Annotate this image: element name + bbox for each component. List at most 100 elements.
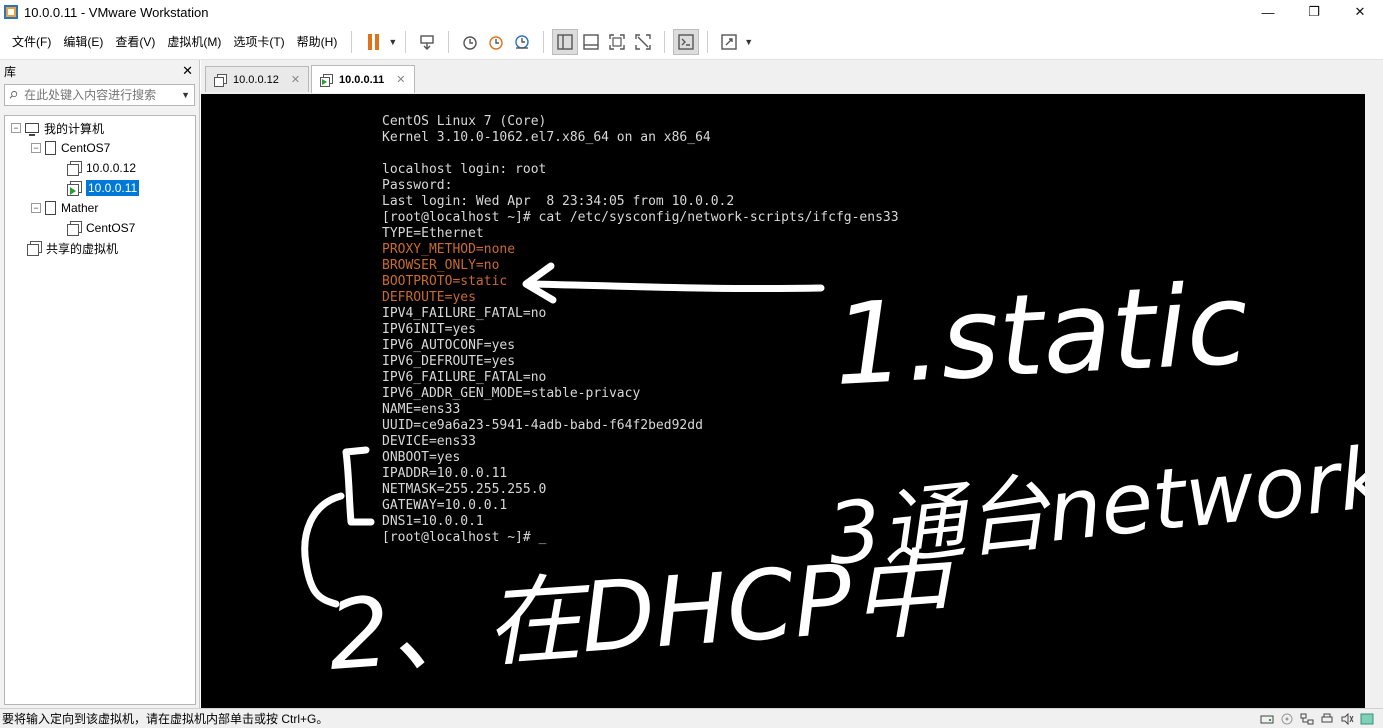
toolbar-separator (543, 30, 545, 53)
library-view-icon (557, 33, 573, 50)
thumbnail-bar-button[interactable] (578, 29, 604, 55)
shared-vm-icon (27, 241, 42, 256)
tree-item-label: 共享的虚拟机 (46, 241, 119, 256)
terminal-output: CentOS Linux 7 (Core) Kernel 3.10.0-1062.… (382, 114, 899, 546)
unity-button[interactable] (630, 29, 656, 55)
terminal-line: DNS1=10.0.0.1 (382, 514, 484, 529)
tree-item-vm-10-0-0-11[interactable]: 10.0.0.11 (5, 178, 195, 198)
terminal-line: IPV6_FAILURE_FATAL=no (382, 370, 547, 385)
close-window-button[interactable]: ✕ (1337, 0, 1383, 24)
send-keys-icon (420, 34, 434, 50)
minimize-button[interactable]: — (1245, 0, 1291, 24)
chevron-down-icon[interactable]: ▼ (181, 90, 190, 100)
menu-file[interactable]: 文件(F) (6, 31, 57, 53)
terminal-line: BROWSER_ONLY=no (382, 258, 500, 273)
chevron-down-icon[interactable]: ▼ (388, 37, 397, 47)
tab-bar: 10.0.0.12 ✕ 10.0.0.11 ✕ (201, 60, 1383, 94)
tree-item-label: 10.0.0.11 (86, 180, 140, 196)
title-bar: 10.0.0.11 - VMware Workstation — ❐ ✕ (0, 0, 1383, 24)
sound-card-icon[interactable] (1339, 712, 1355, 726)
vm-icon (67, 161, 82, 176)
full-screen-button[interactable] (604, 29, 630, 55)
folder-icon (45, 141, 56, 155)
terminal-line: [root@localhost ~]# _ (382, 530, 547, 545)
terminal-line: localhost login: root (382, 162, 547, 177)
cd-dvd-icon[interactable] (1279, 712, 1295, 726)
vm-console[interactable]: CentOS Linux 7 (Core) Kernel 3.10.0-1062.… (201, 94, 1365, 708)
show-library-button[interactable] (552, 28, 579, 55)
snapshot-manager-button[interactable] (509, 29, 535, 55)
menu-edit[interactable]: 编辑(E) (57, 31, 109, 53)
stretch-guest-button[interactable] (716, 29, 742, 55)
menu-tabs[interactable]: 选项卡(T) (227, 31, 290, 53)
close-library-button[interactable]: ✕ (182, 63, 193, 79)
close-tab-button[interactable]: ✕ (291, 73, 300, 86)
terminal-line: [root@localhost ~]# cat /etc/sysconfig/n… (382, 210, 899, 225)
terminal-line: NAME=ens33 (382, 402, 461, 417)
collapse-icon[interactable]: − (11, 123, 21, 133)
close-tab-button[interactable]: ✕ (396, 73, 405, 86)
computer-icon (25, 123, 39, 136)
printer-icon[interactable] (1319, 712, 1335, 726)
library-tree: − 我的计算机 − CentOS7 10.0.0.12 10.0.0.11 − … (4, 115, 196, 705)
toolbar-separator (707, 30, 709, 53)
tree-item-vm-centos7[interactable]: CentOS7 (5, 218, 195, 238)
tree-item-vm-10-0-0-12[interactable]: 10.0.0.12 (5, 158, 195, 178)
menu-vm[interactable]: 虚拟机(M) (161, 31, 227, 53)
tree-item-centos7-folder[interactable]: − CentOS7 (5, 138, 195, 158)
tab-vm-10-0-0-12[interactable]: 10.0.0.12 ✕ (205, 66, 310, 92)
library-search: ▼ (4, 84, 195, 106)
annotation-text-2: 2、在DHCP中 (325, 536, 958, 691)
toolbar-separator (351, 30, 353, 53)
terminal-line: Last login: Wed Apr 8 23:34:05 from 10.0… (382, 194, 735, 209)
tree-item-shared-vms[interactable]: 共享的虚拟机 (5, 238, 195, 258)
vm-running-icon (320, 73, 333, 87)
vm-icon (214, 73, 227, 87)
normal-view-icon (583, 33, 599, 50)
annotation-bracket (342, 446, 375, 526)
status-bar: 要将输入定向到该虚拟机，请在虚拟机内部单击或按 Ctrl+G。 (0, 708, 1383, 728)
terminal-line: IPV6_AUTOCONF=yes (382, 338, 516, 353)
stretch-icon (721, 33, 737, 50)
tree-item-mather-folder[interactable]: − Mather (5, 198, 195, 218)
maximize-button[interactable]: ❐ (1291, 0, 1337, 24)
terminal-line: CentOS Linux 7 (Core) (382, 114, 547, 129)
console-view-button[interactable] (673, 28, 700, 55)
tree-item-label: 10.0.0.12 (86, 161, 137, 175)
revert-snapshot-button[interactable] (483, 29, 509, 55)
unity-icon (635, 33, 651, 50)
tab-vm-10-0-0-11[interactable]: 10.0.0.11 ✕ (311, 65, 415, 93)
tree-item-label: CentOS7 (61, 141, 111, 155)
library-title: 库 (4, 64, 17, 79)
tree-item-my-computer[interactable]: − 我的计算机 (5, 118, 195, 138)
window-controls: — ❐ ✕ (1245, 0, 1383, 24)
message-log-icon[interactable] (1359, 712, 1375, 726)
send-ctrl-alt-del-button[interactable] (414, 29, 440, 55)
terminal-line: IPADDR=10.0.0.11 (382, 466, 508, 481)
hard-disk-icon[interactable] (1259, 712, 1275, 726)
console-edge (1365, 94, 1383, 708)
terminal-line: DEVICE=ens33 (382, 434, 476, 449)
vm-running-icon (67, 181, 82, 196)
window-title: 10.0.0.11 - VMware Workstation (24, 4, 209, 20)
terminal-line: NETMASK=255.255.255.0 (382, 482, 547, 497)
terminal-line: PROXY_METHOD=none (382, 242, 516, 257)
menu-help[interactable]: 帮助(H) (291, 31, 344, 53)
status-message: 要将输入定向到该虚拟机，请在虚拟机内部单击或按 Ctrl+G。 (2, 712, 329, 726)
take-snapshot-button[interactable] (457, 29, 483, 55)
library-search-input[interactable] (24, 88, 180, 102)
chevron-down-icon[interactable]: ▼ (744, 37, 753, 47)
network-adapter-icon[interactable] (1299, 712, 1315, 726)
terminal-line: IPV6_ADDR_GEN_MODE=stable-privacy (382, 386, 641, 401)
menu-view[interactable]: 查看(V) (109, 31, 161, 53)
fullscreen-icon (609, 33, 625, 50)
library-panel: 库 ✕ ▼ − 我的计算机 − CentOS7 10.0.0.12 10.0.0… (0, 60, 200, 708)
collapse-icon[interactable]: − (31, 143, 41, 153)
terminal-line: DEFROUTE=yes (382, 290, 476, 305)
terminal-line: UUID=ce9a6a23-5941-4adb-babd-f64f2bed92d… (382, 418, 703, 433)
pause-button[interactable] (360, 29, 386, 55)
tab-label: 10.0.0.11 (339, 73, 385, 86)
collapse-icon[interactable]: − (31, 203, 41, 213)
folder-icon (45, 201, 56, 215)
